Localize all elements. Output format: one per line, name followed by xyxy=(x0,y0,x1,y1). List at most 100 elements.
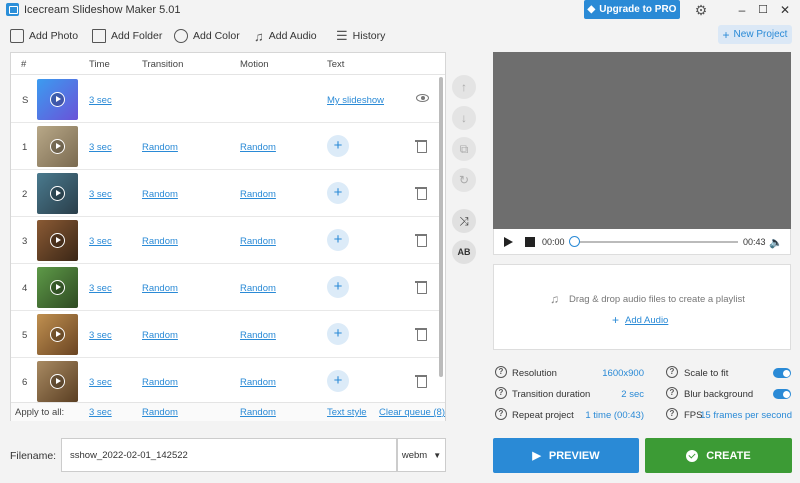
table-row[interactable]: 2 3 sec Random Random + xyxy=(11,170,439,217)
motion-link[interactable]: Random xyxy=(240,330,276,341)
motion-link[interactable]: Random xyxy=(240,377,276,388)
seek-bar[interactable] xyxy=(574,241,738,243)
audio-dropzone[interactable]: ♫ Drag & drop audio files to create a pl… xyxy=(493,264,791,350)
table-row[interactable]: 3 3 sec Random Random + xyxy=(11,217,439,264)
table-scrollbar[interactable] xyxy=(439,77,443,377)
help-icon[interactable]: ? xyxy=(666,408,678,420)
apply-motion-link[interactable]: Random xyxy=(240,407,276,418)
apply-time-link[interactable]: 3 sec xyxy=(89,407,112,418)
help-icon[interactable]: ? xyxy=(666,387,678,399)
minimize-button[interactable]: – xyxy=(734,2,750,18)
create-button[interactable]: CREATE xyxy=(645,438,792,473)
motion-link[interactable]: Random xyxy=(240,142,276,153)
time-link[interactable]: 3 sec xyxy=(89,95,112,106)
repeat-project-value[interactable]: 1 time (00:43) xyxy=(574,410,644,421)
play-icon[interactable] xyxy=(50,186,65,201)
transition-duration-value[interactable]: 2 sec xyxy=(604,389,644,400)
add-text-button[interactable]: + xyxy=(327,229,349,251)
close-button[interactable]: ✕ xyxy=(777,2,793,18)
table-row[interactable]: 5 3 sec Random Random + xyxy=(11,311,439,358)
photo-thumbnail[interactable] xyxy=(37,361,78,402)
table-row-title[interactable]: S 3 sec My slideshow xyxy=(11,76,439,123)
time-link[interactable]: 3 sec xyxy=(89,330,112,341)
resolution-value[interactable]: 1600x900 xyxy=(584,368,644,379)
time-link[interactable]: 3 sec xyxy=(89,189,112,200)
table-row[interactable]: 6 3 sec Random Random + xyxy=(11,358,439,402)
add-text-button[interactable]: + xyxy=(327,135,349,157)
crop-button[interactable]: ⧉ xyxy=(452,137,476,161)
add-text-button[interactable]: + xyxy=(327,182,349,204)
table-row[interactable]: 4 3 sec Random Random + xyxy=(11,264,439,311)
header-transition[interactable]: Transition xyxy=(142,59,183,70)
header-time[interactable]: Time xyxy=(89,59,110,70)
blur-background-toggle[interactable] xyxy=(773,389,791,399)
play-icon[interactable] xyxy=(50,233,65,248)
time-link[interactable]: 3 sec xyxy=(89,142,112,153)
play-icon[interactable] xyxy=(50,280,65,295)
trash-icon[interactable] xyxy=(415,280,427,294)
stop-icon[interactable] xyxy=(525,237,535,247)
transition-link[interactable]: Random xyxy=(142,377,178,388)
volume-icon[interactable]: 🔈 xyxy=(769,236,783,249)
transition-link[interactable]: Random xyxy=(142,330,178,341)
trash-icon[interactable] xyxy=(415,233,427,247)
trash-icon[interactable] xyxy=(415,186,427,200)
time-link[interactable]: 3 sec xyxy=(89,283,112,294)
add-folder-button[interactable]: Add Folder xyxy=(92,28,162,44)
photo-thumbnail[interactable] xyxy=(37,267,78,308)
clear-queue-link[interactable]: Clear queue (8) xyxy=(379,407,445,418)
transition-link[interactable]: Random xyxy=(142,283,178,294)
seek-handle[interactable] xyxy=(569,236,580,247)
add-audio-button[interactable]: ♫ Add Audio xyxy=(254,28,317,44)
help-icon[interactable]: ? xyxy=(495,366,507,378)
title-slide-thumbnail[interactable] xyxy=(37,79,78,120)
move-down-button[interactable]: ↓ xyxy=(452,106,476,130)
play-icon[interactable] xyxy=(50,374,65,389)
time-link[interactable]: 3 sec xyxy=(89,377,112,388)
rotate-button[interactable]: ↻ xyxy=(452,168,476,192)
move-up-button[interactable]: ↑ xyxy=(452,75,476,99)
table-row[interactable]: 1 3 sec Random Random + xyxy=(11,123,439,170)
maximize-button[interactable]: ☐ xyxy=(755,2,771,18)
video-preview[interactable] xyxy=(493,52,791,229)
add-text-button[interactable]: + xyxy=(327,370,349,392)
preview-button[interactable]: ▶ PREVIEW xyxy=(493,438,639,473)
format-select[interactable]: webm ▼ xyxy=(397,438,446,472)
time-link[interactable]: 3 sec xyxy=(89,236,112,247)
motion-link[interactable]: Random xyxy=(240,236,276,247)
text-link[interactable]: My slideshow xyxy=(327,95,384,106)
gear-icon[interactable]: ⚙ xyxy=(693,2,709,18)
photo-thumbnail[interactable] xyxy=(37,314,78,355)
add-photo-button[interactable]: Add Photo xyxy=(10,28,78,44)
transition-link[interactable]: Random xyxy=(142,142,178,153)
upgrade-button[interactable]: ◆ Upgrade to PRO xyxy=(584,0,680,19)
history-button[interactable]: ☰ History xyxy=(336,28,385,44)
play-icon[interactable] xyxy=(50,327,65,342)
shuffle-button[interactable]: ⤨ xyxy=(452,209,476,233)
header-motion[interactable]: Motion xyxy=(240,59,269,70)
help-icon[interactable]: ? xyxy=(666,366,678,378)
help-icon[interactable]: ? xyxy=(495,387,507,399)
transition-link[interactable]: Random xyxy=(142,189,178,200)
add-audio-link[interactable]: + Add Audio xyxy=(612,314,668,326)
add-text-button[interactable]: + xyxy=(327,323,349,345)
motion-link[interactable]: Random xyxy=(240,283,276,294)
add-color-button[interactable]: Add Color xyxy=(174,28,240,44)
scale-to-fit-toggle[interactable] xyxy=(773,368,791,378)
photo-thumbnail[interactable] xyxy=(37,220,78,261)
play-icon[interactable] xyxy=(50,92,65,107)
sort-ab-button[interactable]: AB xyxy=(452,240,476,264)
play-icon[interactable] xyxy=(504,237,513,247)
trash-icon[interactable] xyxy=(415,327,427,341)
photo-thumbnail[interactable] xyxy=(37,126,78,167)
text-style-link[interactable]: Text style xyxy=(327,407,367,418)
eye-icon[interactable] xyxy=(416,94,429,102)
add-text-button[interactable]: + xyxy=(327,276,349,298)
photo-thumbnail[interactable] xyxy=(37,173,78,214)
filename-input[interactable]: sshow_2022-02-01_142522 xyxy=(61,438,397,472)
new-project-button[interactable]: + New Project xyxy=(718,25,792,44)
apply-transition-link[interactable]: Random xyxy=(142,407,178,418)
help-icon[interactable]: ? xyxy=(495,408,507,420)
header-text[interactable]: Text xyxy=(327,59,344,70)
play-icon[interactable] xyxy=(50,139,65,154)
